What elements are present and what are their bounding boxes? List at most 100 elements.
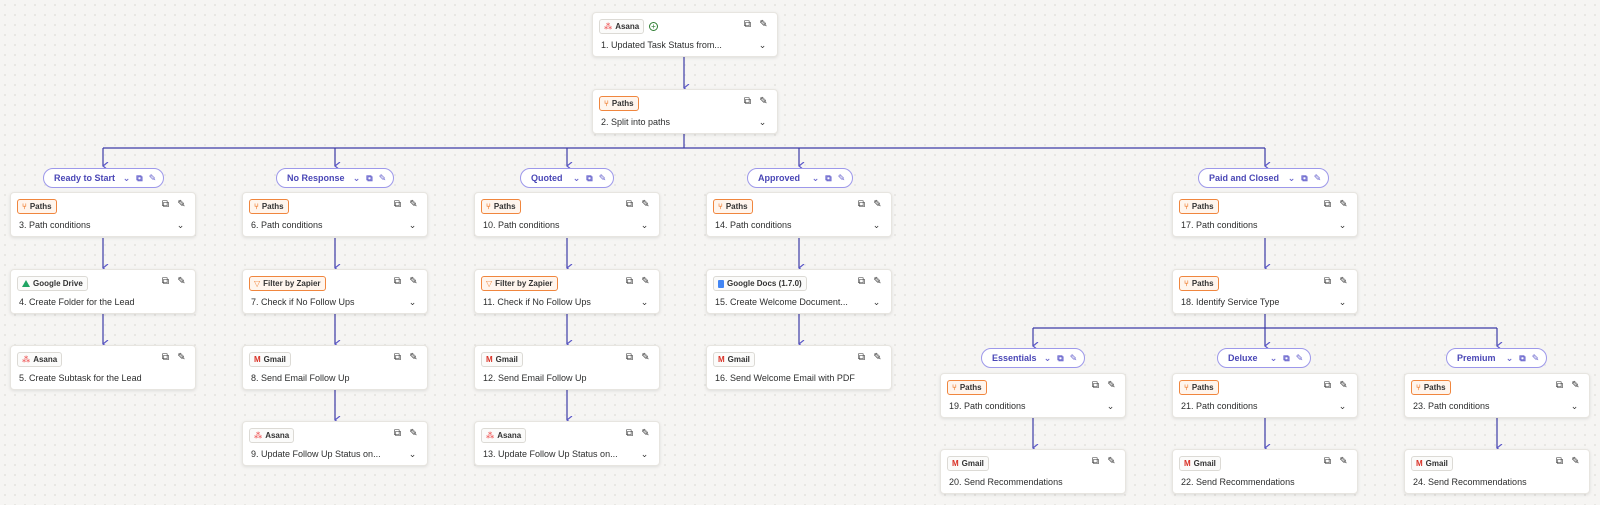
chevron-down-icon[interactable]: ⌄: [408, 298, 417, 307]
edit-icon[interactable]: ✎: [148, 173, 157, 184]
step-21[interactable]: ⑂ Paths ⧉ ✎ 21. Path conditions ⌄: [1172, 373, 1358, 418]
copy-icon[interactable]: ⧉: [1322, 276, 1333, 287]
chevron-down-icon[interactable]: ⌄: [640, 298, 649, 307]
edit-icon[interactable]: ✎: [1570, 380, 1581, 391]
step-20[interactable]: M Gmail ⧉ ✎ 20. Send Recommendations: [940, 449, 1126, 494]
edit-icon[interactable]: ✎: [1531, 353, 1540, 364]
chevron-down-icon[interactable]: ⌄: [1043, 353, 1052, 364]
chevron-down-icon[interactable]: ⌄: [1106, 402, 1115, 411]
step-24[interactable]: M Gmail ⧉ ✎ 24. Send Recommendations: [1404, 449, 1590, 494]
copy-icon[interactable]: ⧉: [585, 173, 594, 184]
path-quoted[interactable]: Quoted ⌄ ⧉ ✎: [520, 168, 614, 188]
path-deluxe[interactable]: Deluxe ⌄ ⧉ ✎: [1217, 348, 1311, 368]
copy-icon[interactable]: ⧉: [856, 276, 867, 287]
copy-icon[interactable]: ⧉: [160, 199, 171, 210]
step-9[interactable]: ⁂ Asana ⧉ ✎ 9. Update Follow Up Status on.…: [242, 421, 428, 466]
step-22[interactable]: M Gmail ⧉ ✎ 22. Send Recommendations: [1172, 449, 1358, 494]
copy-icon[interactable]: ⧉: [1554, 456, 1565, 467]
plus-circle-icon[interactable]: +: [649, 22, 658, 31]
chevron-down-icon[interactable]: ⌄: [872, 298, 881, 307]
step-2-split[interactable]: ⑂ Paths ⧉ ✎ 2. Split into paths ⌄: [592, 89, 778, 134]
copy-icon[interactable]: ⧉: [1322, 456, 1333, 467]
edit-icon[interactable]: ✎: [176, 199, 187, 210]
path-essentials[interactable]: Essentials ⌄ ⧉ ✎: [981, 348, 1085, 368]
edit-icon[interactable]: ✎: [1069, 353, 1078, 364]
copy-icon[interactable]: ⧉: [742, 19, 753, 30]
copy-icon[interactable]: ⧉: [624, 199, 635, 210]
path-approved[interactable]: Approved ⌄ ⧉ ✎: [747, 168, 853, 188]
edit-icon[interactable]: ✎: [758, 19, 769, 30]
chevron-down-icon[interactable]: ⌄: [352, 173, 361, 184]
edit-icon[interactable]: ✎: [1338, 380, 1349, 391]
path-paid-and-closed[interactable]: Paid and Closed ⌄ ⧉ ✎: [1198, 168, 1329, 188]
chevron-down-icon[interactable]: ⌄: [758, 41, 767, 50]
chevron-down-icon[interactable]: ⌄: [1505, 353, 1514, 364]
chevron-down-icon[interactable]: ⌄: [122, 173, 131, 184]
edit-icon[interactable]: ✎: [640, 276, 651, 287]
step-19[interactable]: ⑂ Paths ⧉ ✎ 19. Path conditions ⌄: [940, 373, 1126, 418]
chevron-down-icon[interactable]: ⌄: [640, 221, 649, 230]
path-no-response[interactable]: No Response ⌄ ⧉ ✎: [276, 168, 394, 188]
step-1-trigger[interactable]: ⁂ Asana + ⧉ ✎ 1. Updated Task Status fro…: [592, 12, 778, 57]
step-18[interactable]: ⑂ Paths ⧉ ✎ 18. Identify Service Type ⌄: [1172, 269, 1358, 314]
chevron-down-icon[interactable]: ⌄: [1269, 353, 1278, 364]
chevron-down-icon[interactable]: ⌄: [176, 221, 185, 230]
chevron-down-icon[interactable]: ⌄: [408, 450, 417, 459]
copy-icon[interactable]: ⧉: [1322, 380, 1333, 391]
edit-icon[interactable]: ✎: [1338, 456, 1349, 467]
copy-icon[interactable]: ⧉: [1322, 199, 1333, 210]
edit-icon[interactable]: ✎: [872, 276, 883, 287]
copy-icon[interactable]: ⧉: [742, 96, 753, 107]
edit-icon[interactable]: ✎: [176, 352, 187, 363]
step-15[interactable]: Google Docs (1.7.0) ⧉ ✎ 15. Create Welcom…: [706, 269, 892, 314]
path-premium[interactable]: Premium ⌄ ⧉ ✎: [1446, 348, 1547, 368]
chevron-down-icon[interactable]: ⌄: [1287, 173, 1296, 184]
copy-icon[interactable]: ⧉: [1282, 353, 1291, 364]
copy-icon[interactable]: ⧉: [392, 428, 403, 439]
chevron-down-icon[interactable]: ⌄: [1338, 298, 1347, 307]
copy-icon[interactable]: ⧉: [624, 428, 635, 439]
step-14[interactable]: ⑂ Paths ⧉ ✎ 14. Path conditions ⌄: [706, 192, 892, 237]
chevron-down-icon[interactable]: ⌄: [1338, 221, 1347, 230]
copy-icon[interactable]: ⧉: [1090, 456, 1101, 467]
step-7[interactable]: ▽ Filter by Zapier ⧉ ✎ 7. Check if No Foll…: [242, 269, 428, 314]
copy-icon[interactable]: ⧉: [1300, 173, 1309, 184]
copy-icon[interactable]: ⧉: [856, 352, 867, 363]
copy-icon[interactable]: ⧉: [392, 199, 403, 210]
step-11[interactable]: ▽ Filter by Zapier ⧉ ✎ 11. Check if No Fol…: [474, 269, 660, 314]
edit-icon[interactable]: ✎: [872, 352, 883, 363]
step-23[interactable]: ⑂ Paths ⧉ ✎ 23. Path conditions ⌄: [1404, 373, 1590, 418]
edit-icon[interactable]: ✎: [872, 199, 883, 210]
edit-icon[interactable]: ✎: [758, 96, 769, 107]
copy-icon[interactable]: ⧉: [624, 276, 635, 287]
copy-icon[interactable]: ⧉: [1518, 353, 1527, 364]
chevron-down-icon[interactable]: ⌄: [1570, 402, 1579, 411]
edit-icon[interactable]: ✎: [640, 428, 651, 439]
copy-icon[interactable]: ⧉: [160, 276, 171, 287]
edit-icon[interactable]: ✎: [408, 276, 419, 287]
copy-icon[interactable]: ⧉: [856, 199, 867, 210]
copy-icon[interactable]: ⧉: [624, 352, 635, 363]
edit-icon[interactable]: ✎: [1338, 276, 1349, 287]
step-5[interactable]: ⁂ Asana ⧉ ✎ 5. Create Subtask for the Lead: [10, 345, 196, 390]
edit-icon[interactable]: ✎: [408, 199, 419, 210]
chevron-down-icon[interactable]: ⌄: [811, 173, 820, 184]
step-16[interactable]: M Gmail ⧉ ✎ 16. Send Welcome Email with PD…: [706, 345, 892, 390]
edit-icon[interactable]: ✎: [640, 352, 651, 363]
copy-icon[interactable]: ⧉: [160, 352, 171, 363]
edit-icon[interactable]: ✎: [1313, 173, 1322, 184]
chevron-down-icon[interactable]: ⌄: [1338, 402, 1347, 411]
step-6[interactable]: ⑂ Paths ⧉ ✎ 6. Path conditions ⌄: [242, 192, 428, 237]
chevron-down-icon[interactable]: ⌄: [872, 221, 881, 230]
chevron-down-icon[interactable]: ⌄: [408, 221, 417, 230]
step-10[interactable]: ⑂ Paths ⧉ ✎ 10. Path conditions ⌄: [474, 192, 660, 237]
edit-icon[interactable]: ✎: [1570, 456, 1581, 467]
copy-icon[interactable]: ⧉: [365, 173, 374, 184]
chevron-down-icon[interactable]: ⌄: [640, 450, 649, 459]
copy-icon[interactable]: ⧉: [135, 173, 144, 184]
edit-icon[interactable]: ✎: [598, 173, 607, 184]
copy-icon[interactable]: ⧉: [824, 173, 833, 184]
step-17[interactable]: ⑂ Paths ⧉ ✎ 17. Path conditions ⌄: [1172, 192, 1358, 237]
copy-icon[interactable]: ⧉: [392, 276, 403, 287]
step-12[interactable]: M Gmail ⧉ ✎ 12. Send Email Follow Up: [474, 345, 660, 390]
